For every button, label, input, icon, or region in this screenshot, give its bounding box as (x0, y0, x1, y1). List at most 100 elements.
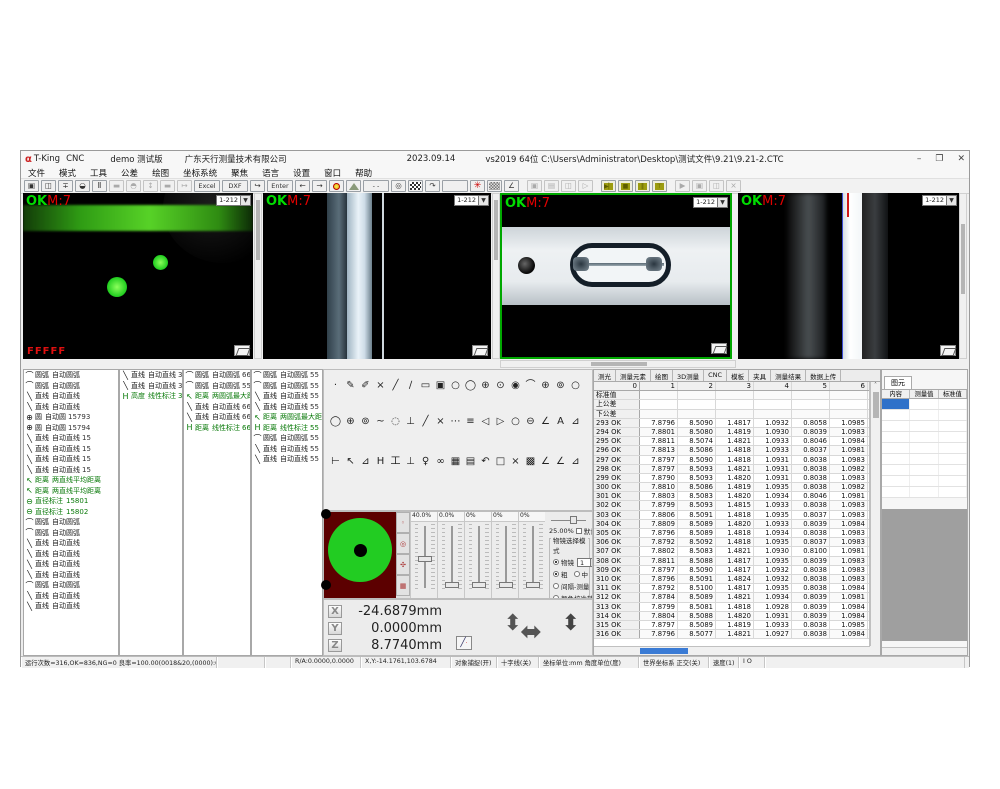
element-cell[interactable] (939, 399, 967, 409)
table-row[interactable]: 306 OK7.87928.50921.48181.09350.80371.09… (594, 538, 869, 547)
cell[interactable]: 8.5074 (678, 437, 716, 445)
cell[interactable]: 0.8037 (792, 446, 830, 454)
measure-tool-button-r1-3[interactable]: ✐ (358, 379, 373, 393)
jog-xy-vertical-icon[interactable]: ⬍ (504, 610, 522, 638)
measure-tool-button-r2-4[interactable]: ~ (373, 415, 388, 429)
opt4-radio[interactable] (553, 595, 559, 598)
table-row[interactable]: 309 OK7.87978.50901.48171.09320.80381.09… (594, 566, 869, 575)
element-cell[interactable] (910, 410, 938, 420)
cell[interactable]: 0.8058 (792, 419, 830, 427)
element-cell[interactable] (910, 487, 938, 497)
cell[interactable]: 1.0983 (830, 538, 868, 546)
table-fixed-row[interactable]: 下公差 (594, 410, 869, 419)
cell[interactable]: 1.0935 (754, 483, 792, 491)
cell[interactable]: 1.0933 (754, 437, 792, 445)
light-channel-slider-5[interactable]: 0% (518, 512, 545, 598)
cell[interactable]: 7.8799 (640, 603, 678, 611)
list-item[interactable]: ╲直线自动直线 (24, 391, 118, 402)
cell[interactable]: 1.0984 (830, 520, 868, 528)
measure-tool-button-r3-1[interactable]: ⊢ (328, 455, 343, 469)
light-channel-slider-1[interactable]: 40.0% (410, 512, 437, 598)
cell[interactable]: 0.8039 (792, 520, 830, 528)
cell[interactable]: 0.8038 (792, 465, 830, 473)
list-item[interactable]: ╲直线自动直线55 (252, 391, 322, 402)
cell[interactable]: 0.8039 (792, 612, 830, 620)
laser-chart-button[interactable]: ╱· (456, 636, 472, 650)
table-row[interactable]: 311 OK7.87928.51001.48171.09350.80381.09… (594, 584, 869, 593)
menu-item-模式[interactable]: 模式 (52, 167, 83, 179)
cell[interactable]: 1.0981 (830, 593, 868, 601)
cell[interactable] (678, 391, 716, 399)
cell[interactable]: 0.8046 (792, 492, 830, 500)
table-fixed-row[interactable]: 标准值 (594, 391, 869, 400)
cell[interactable]: 8.5088 (678, 557, 716, 565)
cell[interactable]: 1.4819 (716, 621, 754, 629)
cell[interactable]: 1.4818 (716, 446, 754, 454)
cell[interactable]: 8.5083 (678, 492, 716, 500)
element-row[interactable] (882, 454, 967, 465)
results-tab-CNC[interactable]: CNC (704, 370, 727, 381)
cell[interactable] (640, 391, 678, 399)
level-radio-中[interactable] (574, 571, 580, 577)
table-row[interactable]: 313 OK7.87998.50811.48181.09280.80391.09… (594, 603, 869, 612)
table-row[interactable]: 305 OK7.87968.50891.48181.09340.80381.09… (594, 529, 869, 538)
cell[interactable]: 0.8037 (792, 511, 830, 519)
table-row[interactable]: 304 OK7.88098.50891.48201.09330.80391.09… (594, 520, 869, 529)
measure-tool-button-r3-6[interactable]: ⊥ (403, 455, 418, 469)
measure-tool-button-r3-4[interactable]: H (373, 455, 388, 469)
list-item[interactable]: ╲直线自动直线 (24, 549, 118, 560)
minimize-button[interactable]: – (917, 154, 922, 164)
list-item[interactable]: ↖距离两圆弧最大距 (252, 412, 322, 423)
element-cell[interactable] (882, 465, 910, 475)
measure-tool-button-r2-2[interactable]: ⊕ (343, 415, 358, 429)
results-tab-数据上传[interactable]: 数据上传 (806, 370, 841, 381)
jog-xy-horizontal-icon[interactable]: ⬌ (520, 622, 542, 642)
cell[interactable]: 0.8046 (792, 437, 830, 445)
cell[interactable] (830, 391, 868, 399)
image-button[interactable] (346, 180, 361, 192)
results-h-scrollbar[interactable] (594, 646, 870, 655)
cell[interactable] (716, 410, 754, 418)
cell[interactable]: 7.8797 (640, 621, 678, 629)
list-item[interactable]: H距离线性标注55 (252, 423, 322, 434)
blank-button[interactable] (442, 180, 468, 192)
table-row[interactable]: 293 OK7.87968.50901.48171.09320.80581.09… (594, 419, 869, 428)
cell[interactable]: 8.5081 (678, 603, 716, 611)
results-tab-测量元素[interactable]: 测量元素 (616, 370, 651, 381)
cell[interactable]: 7.8803 (640, 492, 678, 500)
measure-tool-button-r1-6[interactable]: ∕ (403, 379, 418, 393)
results-tab-绘图[interactable]: 绘图 (651, 370, 673, 381)
list-item[interactable]: ⌒圆弧自动圆弧55 (252, 433, 322, 444)
measure-tool-button-r1-11[interactable]: ⊕ (478, 379, 493, 393)
measure-tool-button-r2-10[interactable]: ≡ (463, 415, 478, 429)
cell[interactable]: 0.8100 (792, 547, 830, 555)
cell[interactable]: 8.5088 (678, 612, 716, 620)
cell[interactable]: 1.0932 (754, 566, 792, 574)
close-button[interactable]: ✕ (957, 154, 965, 164)
measure-tool-button-r1-8[interactable]: ▣ (433, 379, 448, 393)
cell[interactable] (716, 391, 754, 399)
measure-tool-button-r1-4[interactable]: × (373, 379, 388, 393)
list-item[interactable]: ╲直线自动直线15 (24, 444, 118, 455)
element-row[interactable] (882, 432, 967, 443)
light-channel-slider-2[interactable]: 0.0% (437, 512, 464, 598)
slider-thumb[interactable] (570, 516, 577, 524)
slider-thumb[interactable] (418, 556, 432, 562)
camera-view-1[interactable]: OKM:71-212▼FFFFF (23, 193, 253, 359)
table-row[interactable]: 316 OK7.87968.50771.48211.09270.80381.09… (594, 630, 869, 639)
results-tab-夹具[interactable]: 夹具 (749, 370, 771, 381)
cell[interactable]: 1.4819 (716, 483, 754, 491)
cell[interactable]: 1.4819 (716, 428, 754, 436)
abort-button[interactable]: × (726, 180, 741, 192)
measure-tool-button-r1-14[interactable]: ⌒ (523, 379, 538, 393)
list-item[interactable]: ╲直线自动直线66 (184, 402, 250, 413)
list-item[interactable]: ⌒圆弧自动圆弧 (24, 580, 118, 591)
ring-light-wheel[interactable] (328, 518, 392, 582)
element-cell[interactable] (910, 465, 938, 475)
enter-button[interactable]: Enter (267, 180, 293, 192)
element-cell[interactable] (939, 487, 967, 497)
measure-tool-button-r3-16[interactable]: ∠ (553, 455, 568, 469)
element-row[interactable] (882, 465, 967, 476)
chevron-down-icon[interactable]: ▼ (241, 195, 251, 206)
cell[interactable]: 7.8804 (640, 612, 678, 620)
